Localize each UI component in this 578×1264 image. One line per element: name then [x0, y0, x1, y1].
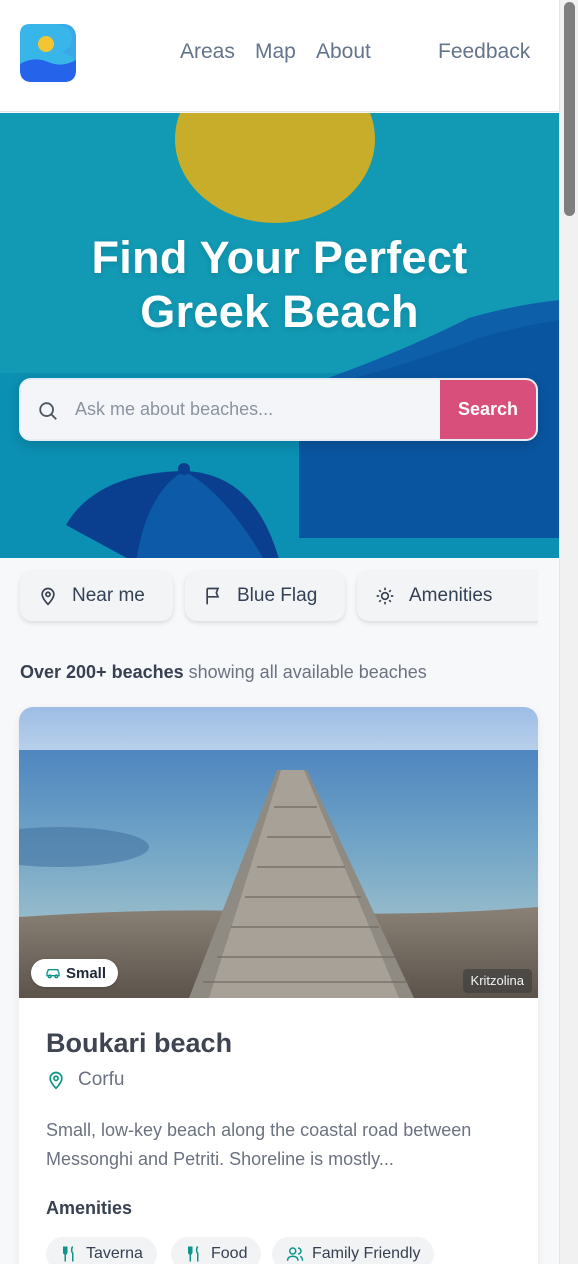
- amenity-taverna-label: Taverna: [86, 1245, 143, 1262]
- site-header: Areas Map About Feedback: [0, 0, 559, 112]
- search-bar: Search: [19, 378, 538, 441]
- search-input[interactable]: [75, 380, 441, 439]
- users-icon: [286, 1247, 304, 1261]
- utensils-icon: [188, 1245, 199, 1262]
- filter-near-me[interactable]: Near me: [20, 571, 173, 621]
- search-button[interactable]: Search: [440, 380, 536, 439]
- nav-feedback[interactable]: Feedback: [438, 40, 530, 64]
- filter-amenities[interactable]: Amenities: [357, 571, 547, 621]
- beach-region-label: Corfu: [78, 1069, 125, 1090]
- car-icon: [46, 969, 60, 979]
- nav-map[interactable]: Map: [255, 40, 296, 64]
- hero-title: Find Your Perfect Greek Beach: [0, 231, 559, 339]
- filter-chips: Near me Blue Flag Amenities: [0, 558, 559, 638]
- beach-region: Corfu: [46, 1069, 124, 1091]
- results-status: showing all available beaches: [188, 662, 427, 682]
- photo-credit-badge: Kritzolina: [462, 969, 532, 993]
- hero-title-line1: Find Your Perfect: [91, 232, 468, 283]
- amenity-family-friendly-label: Family Friendly: [312, 1245, 421, 1262]
- filter-amenities-label: Amenities: [409, 585, 493, 606]
- filter-blue-flag-label: Blue Flag: [237, 585, 318, 606]
- map-pin-icon: [49, 1071, 63, 1090]
- search-icon: [39, 402, 57, 420]
- flag-icon: [206, 587, 220, 605]
- amenity-taverna: Taverna: [46, 1237, 157, 1264]
- results-count: Over 200+ beaches showing all available …: [20, 662, 427, 683]
- beach-card[interactable]: Small Kritzolina Boukari beach Corfu Sma…: [19, 707, 538, 1264]
- nav-about[interactable]: About: [316, 40, 371, 64]
- utensils-icon: [63, 1245, 74, 1262]
- scrollbar-thumb[interactable]: [564, 2, 575, 216]
- beach-description: Small, low-key beach along the coastal r…: [46, 1120, 472, 1169]
- results-count-label: Over 200+ beaches: [20, 662, 184, 682]
- umbrella-illustration: [66, 463, 279, 558]
- filter-near-me-label: Near me: [72, 585, 145, 606]
- amenity-family-friendly: Family Friendly: [272, 1237, 435, 1264]
- amenity-food: Food: [171, 1237, 262, 1264]
- size-badge-label: Small: [66, 964, 107, 982]
- amenity-food-label: Food: [211, 1245, 248, 1262]
- page-scrollbar[interactable]: [559, 0, 578, 1264]
- beach-logo-icon[interactable]: [20, 24, 76, 82]
- size-badge: Small: [31, 959, 119, 987]
- beach-title[interactable]: Boukari beach: [46, 1028, 232, 1059]
- chips-edge: [538, 558, 559, 638]
- filter-blue-flag[interactable]: Blue Flag: [185, 571, 345, 621]
- beach-photo[interactable]: [19, 707, 538, 998]
- map-pin-icon: [41, 587, 55, 606]
- nav-areas[interactable]: Areas: [180, 40, 235, 64]
- hero-section: Find Your Perfect Greek Beach Search: [0, 113, 559, 558]
- sun-icon: [376, 587, 394, 605]
- hero-title-line2: Greek Beach: [140, 286, 419, 337]
- sun-illustration: [175, 113, 375, 223]
- amenities-title: Amenities: [46, 1198, 133, 1218]
